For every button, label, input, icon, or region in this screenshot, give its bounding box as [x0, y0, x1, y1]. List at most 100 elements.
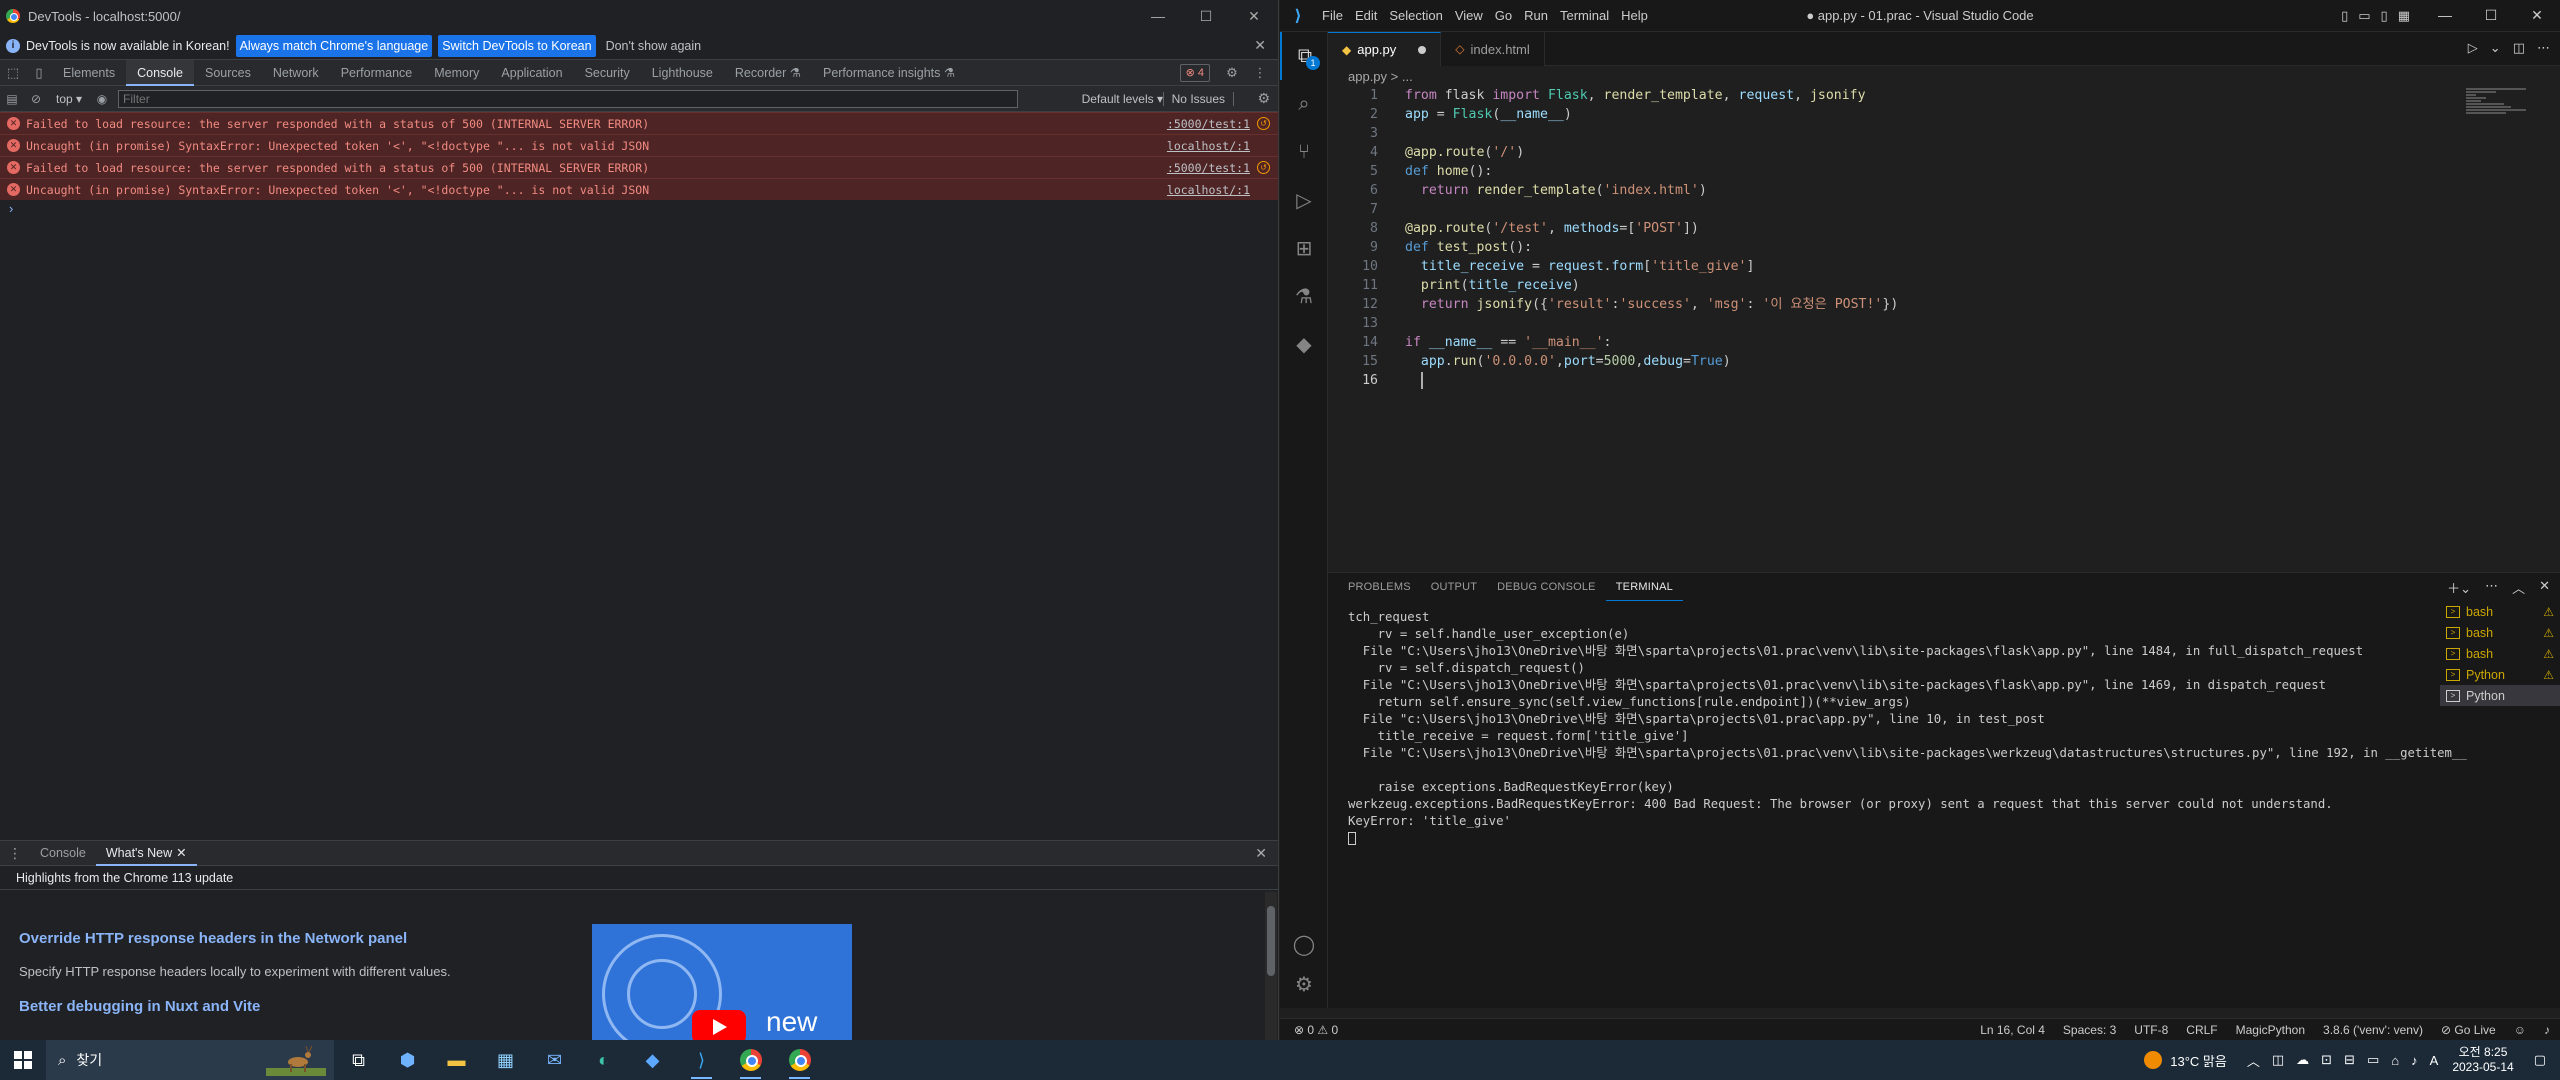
terminal-instance[interactable]: > bash ⚠: [2440, 601, 2560, 622]
toggle-sidebar-icon[interactable]: ▯: [2341, 8, 2348, 24]
tab-recorder[interactable]: Recorder ⚗: [724, 60, 812, 86]
chrome-taskbar-icon[interactable]: [726, 1040, 775, 1080]
app-icon[interactable]: ⬢: [383, 1040, 432, 1080]
sidebar-toggle-icon[interactable]: ▤: [0, 92, 24, 106]
tab-sources[interactable]: Sources: [194, 60, 262, 86]
terminal-instance[interactable]: > bash ⚠: [2440, 622, 2560, 643]
tab-memory[interactable]: Memory: [423, 60, 490, 86]
code-line[interactable]: 7: [1328, 200, 2458, 219]
network-request-icon[interactable]: ↺: [1257, 161, 1270, 174]
close-panel-icon[interactable]: ✕: [2539, 578, 2550, 597]
warning-icon[interactable]: ⚠: [2543, 668, 2554, 682]
chrome-taskbar-icon[interactable]: [775, 1040, 824, 1080]
code-editor[interactable]: 1 from flask import Flask, render_templat…: [1328, 86, 2458, 390]
console-settings-icon[interactable]: ⚙: [1257, 90, 1270, 107]
whats-new-video-thumbnail[interactable]: new: [592, 924, 852, 1040]
run-dropdown-icon[interactable]: ⌄: [2490, 40, 2501, 56]
testing-flask-icon[interactable]: ⚗: [1280, 272, 1328, 320]
tray-overflow-icon[interactable]: ︿: [2247, 1051, 2260, 1070]
clear-console-icon[interactable]: ⊘: [24, 92, 48, 106]
code-line[interactable]: 9 def test_post():: [1328, 238, 2458, 257]
tray-app-icon[interactable]: ⊟: [2344, 1052, 2355, 1068]
more-options-icon[interactable]: ⋮: [1246, 65, 1274, 81]
file-explorer-icon[interactable]: ▬: [432, 1040, 481, 1080]
code-line[interactable]: 15 app.run('0.0.0.0',port=5000,debug=Tru…: [1328, 352, 2458, 371]
tray-app-icon[interactable]: ◫: [2272, 1052, 2284, 1068]
weather-text[interactable]: 13°C 맑음: [2170, 1051, 2227, 1070]
maximize-icon[interactable]: ☐: [1182, 0, 1230, 32]
menu-selection[interactable]: Selection: [1383, 8, 1448, 23]
minimize-icon[interactable]: —: [2422, 7, 2468, 24]
explorer-icon[interactable]: ⧉ 1: [1280, 32, 1328, 80]
code-line[interactable]: 11 print(title_receive): [1328, 276, 2458, 295]
settings-gear-icon[interactable]: ⚙: [1218, 65, 1246, 81]
more-actions-icon[interactable]: ⋯: [2537, 40, 2550, 56]
unsaved-dot-icon[interactable]: [1418, 45, 1427, 54]
drawer-scrollbar[interactable]: [1265, 892, 1277, 1040]
menu-terminal[interactable]: Terminal: [1554, 8, 1615, 23]
code-line[interactable]: 6 return render_template('index.html'): [1328, 181, 2458, 200]
tab-network[interactable]: Network: [262, 60, 330, 86]
code-line[interactable]: 13: [1328, 314, 2458, 333]
new-terminal-plus-icon[interactable]: ＋⌄: [2447, 578, 2471, 597]
tab-close-icon[interactable]: ✕: [176, 846, 186, 860]
tray-app-icon[interactable]: ⊡: [2321, 1052, 2332, 1068]
switch-korean-button[interactable]: Switch DevTools to Korean: [438, 34, 596, 57]
live-expression-eye-icon[interactable]: ◉: [90, 92, 114, 106]
inspect-element-icon[interactable]: ⬚: [0, 65, 26, 81]
close-icon[interactable]: ✕: [1230, 0, 1278, 32]
menu-run[interactable]: Run: [1518, 8, 1554, 23]
tray-app-icon[interactable]: ☁: [2296, 1052, 2309, 1068]
panel-tab-debug-console[interactable]: DEBUG CONSOLE: [1487, 573, 1606, 601]
tab-performance[interactable]: Performance: [330, 60, 424, 86]
maximize-icon[interactable]: ☐: [2468, 7, 2514, 24]
terminal-instance[interactable]: > Python ⚠: [2440, 664, 2560, 685]
issues-button[interactable]: No Issues: [1162, 91, 1234, 106]
vscode-taskbar-icon[interactable]: ⟩: [677, 1040, 726, 1080]
minimize-icon[interactable]: —: [1134, 0, 1182, 32]
code-line[interactable]: 8 @app.route('/test', methods=['POST']): [1328, 219, 2458, 238]
tab-performance-insights[interactable]: Performance insights ⚗: [812, 60, 966, 86]
log-source-link[interactable]: localhost/:1: [1167, 139, 1250, 153]
panel-more-icon[interactable]: ⋯: [2485, 578, 2498, 597]
console-filter-input[interactable]: [118, 89, 1019, 108]
run-python-icon[interactable]: ▷: [2468, 40, 2478, 56]
terminal-output[interactable]: tch_request rv = self.handle_user_except…: [1328, 609, 2467, 847]
whats-new-item-title[interactable]: Better debugging in Nuxt and Vite: [19, 998, 260, 1015]
console-prompt[interactable]: ›: [0, 200, 1278, 218]
toggle-secondary-sidebar-icon[interactable]: ▯: [2381, 8, 2388, 24]
log-source-link[interactable]: localhost/:1: [1167, 183, 1250, 197]
notifications-bell-icon[interactable]: ♪: [2544, 1023, 2550, 1037]
toggle-panel-icon[interactable]: ▭: [2358, 8, 2370, 24]
python-icon[interactable]: ◆: [1280, 320, 1328, 368]
error-count-badge[interactable]: ⊗ 4: [1179, 64, 1210, 82]
feedback-icon[interactable]: ☺: [2514, 1023, 2526, 1037]
terminal-instance[interactable]: > Python: [2440, 685, 2560, 706]
code-line[interactable]: 5 def home():: [1328, 162, 2458, 181]
warning-icon[interactable]: ⚠: [2543, 647, 2554, 661]
code-line[interactable]: 16: [1328, 371, 2458, 390]
menu-file[interactable]: File: [1316, 8, 1349, 23]
infobar-close-icon[interactable]: ✕: [1254, 37, 1266, 54]
taskbar-search[interactable]: ⌕ 찾기: [46, 1040, 334, 1080]
eol-status[interactable]: CRLF: [2186, 1023, 2217, 1037]
notification-center-icon[interactable]: ▢: [2534, 1052, 2546, 1068]
microsoft-store-icon[interactable]: ▦: [481, 1040, 530, 1080]
menu-help[interactable]: Help: [1615, 8, 1654, 23]
python-interpreter[interactable]: 3.8.6 ('venv': venv): [2323, 1023, 2423, 1037]
encoding-status[interactable]: UTF-8: [2134, 1023, 2168, 1037]
minimap[interactable]: [2466, 88, 2546, 128]
go-live-button[interactable]: ⊘ Go Live: [2441, 1023, 2496, 1037]
mail-icon[interactable]: ✉: [530, 1040, 579, 1080]
clock[interactable]: 오전 8:25 2023-05-14: [2452, 1045, 2513, 1075]
device-toolbar-icon[interactable]: ▯: [26, 65, 52, 81]
tab-elements[interactable]: Elements: [52, 60, 126, 86]
menu-go[interactable]: Go: [1489, 8, 1518, 23]
drawer-menu-icon[interactable]: ⋮: [0, 845, 30, 862]
maximize-panel-icon[interactable]: ︿: [2512, 578, 2525, 597]
network-request-icon[interactable]: ↺: [1257, 117, 1270, 130]
log-source-link[interactable]: :5000/test:1: [1167, 117, 1250, 131]
edge-icon[interactable]: ◐: [579, 1040, 628, 1080]
split-editor-icon[interactable]: ◫: [2513, 40, 2525, 56]
volume-icon[interactable]: ♪: [2411, 1053, 2418, 1068]
